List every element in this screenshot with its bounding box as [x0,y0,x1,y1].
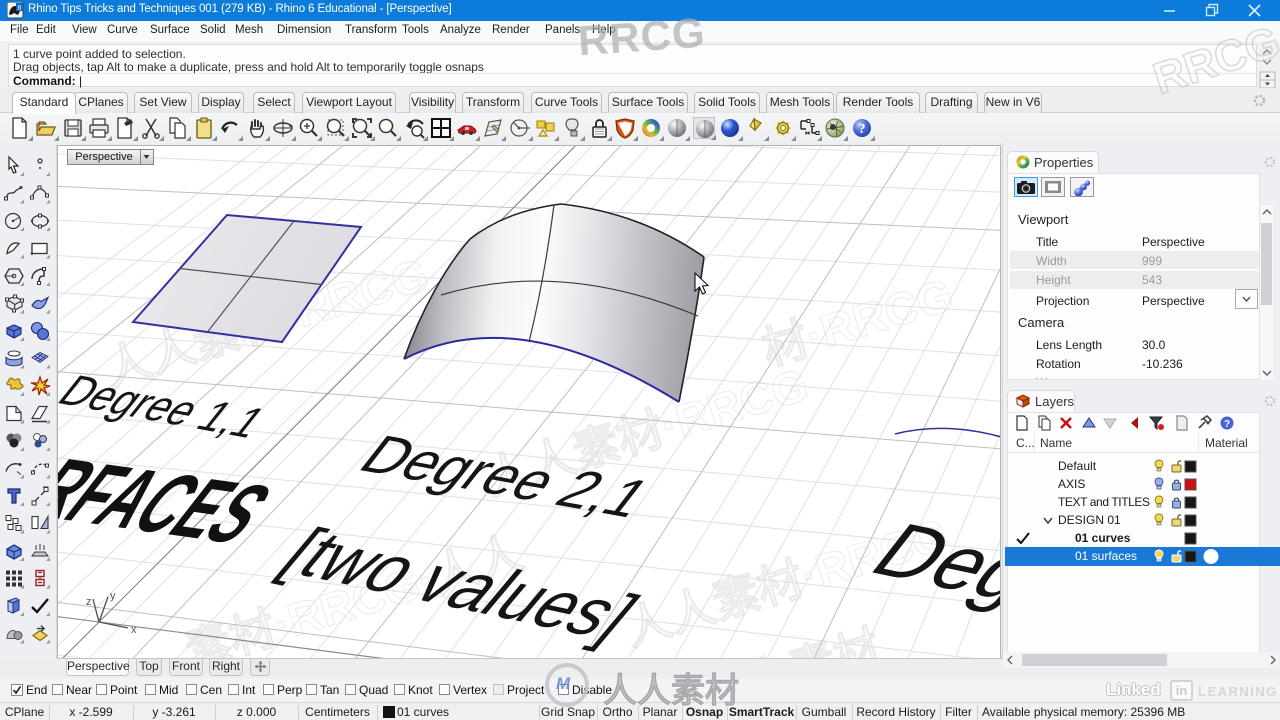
svg-text:?: ? [859,122,866,137]
svg-text:6: 6 [18,5,22,12]
svg-text:x: x [131,624,137,636]
svg-text:?: ? [1224,419,1230,430]
svg-text:y: y [110,590,116,602]
svg-text:z: z [86,596,92,608]
